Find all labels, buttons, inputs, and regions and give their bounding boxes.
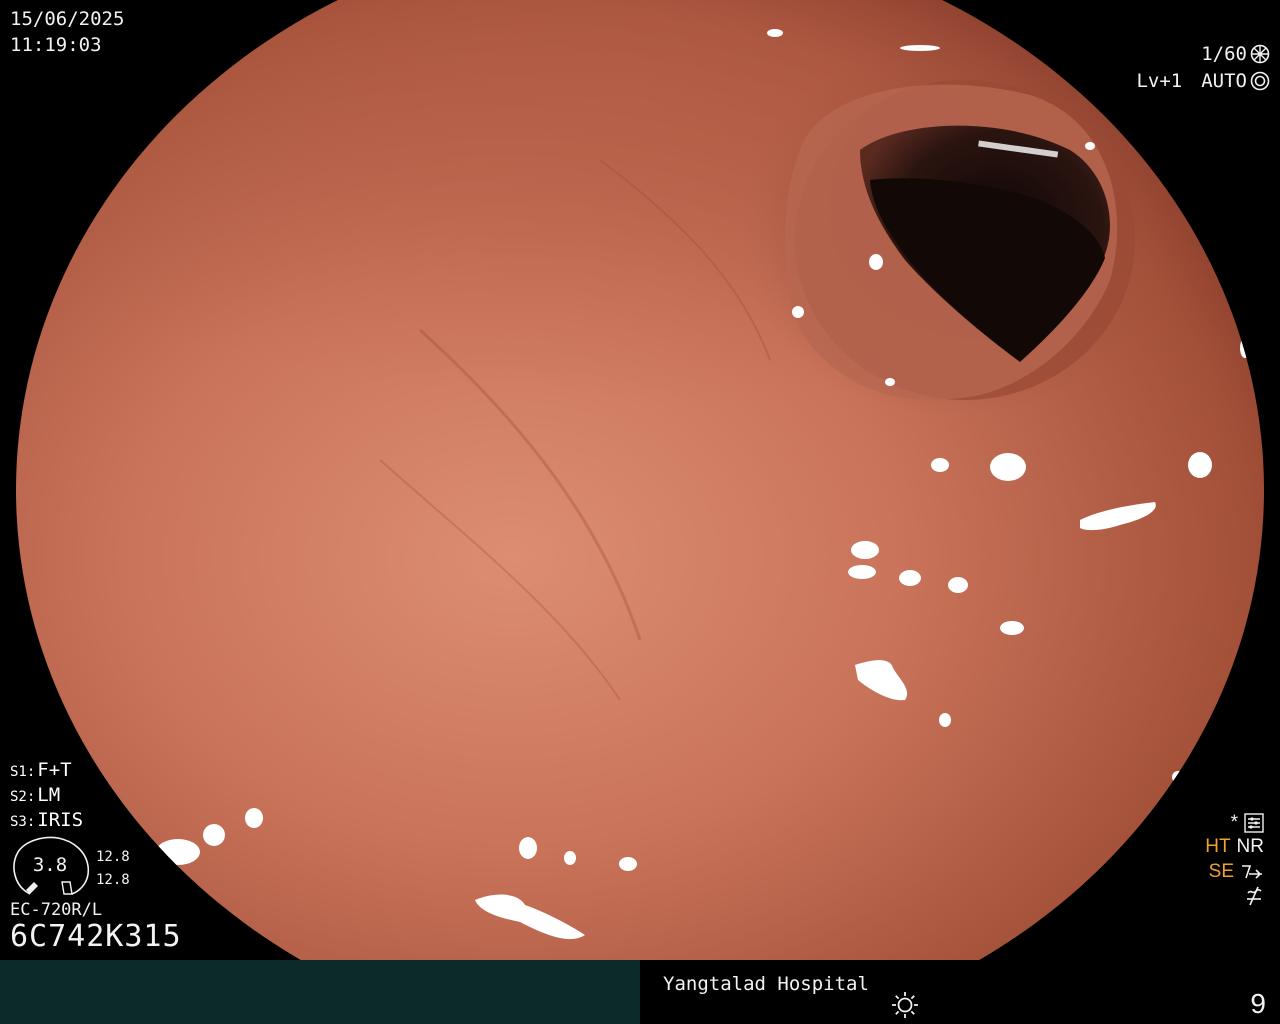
s3-key: S3:	[10, 814, 36, 830]
ht-indicator: HT	[1205, 836, 1231, 857]
iris-mode: AUTO	[1201, 70, 1247, 92]
flash-row	[1244, 885, 1264, 907]
status-bar-right-panel: Yangtalad Hospital 9	[640, 960, 1280, 1024]
shutter-speed: 1/60	[1201, 43, 1247, 65]
image-counter: 9	[1250, 988, 1266, 1019]
status-bar-left-panel	[0, 960, 640, 1024]
flash-off-icon	[1247, 886, 1262, 906]
s2-value: LM	[37, 784, 61, 806]
s3-setting: S3: IRIS	[10, 809, 83, 831]
iris-ring-icon	[1250, 71, 1270, 91]
exam-time: 11:19:03	[10, 34, 102, 56]
ht-nr-row: HT NR	[1205, 836, 1264, 858]
light-level: Lv+1	[1136, 70, 1183, 92]
star-marker: *	[1230, 812, 1238, 833]
exam-date: 15/06/2025	[10, 8, 125, 30]
nr-indicator: NR	[1236, 836, 1264, 857]
settings-panel-icon	[1244, 813, 1264, 833]
hospital-name: Yangtalad Hospital	[663, 973, 869, 995]
gauge-upper-value: 12.8	[96, 849, 130, 865]
s3-value: IRIS	[37, 809, 84, 831]
scope-serial: 6C742K315	[10, 919, 182, 954]
light-sun-icon	[892, 992, 918, 1018]
structure-enhance-icon	[1242, 865, 1262, 879]
s1-key: S1:	[10, 764, 36, 780]
endoscope-image	[16, 0, 1264, 960]
gauge-lower-value: 12.8	[96, 872, 130, 888]
shutter-wheel-icon	[1250, 44, 1270, 64]
s1-setting: S1: F+T	[10, 759, 72, 781]
s2-key: S2:	[10, 789, 36, 805]
s2-setting: S2: LM	[10, 784, 60, 806]
s1-value: F+T	[37, 759, 72, 781]
se-indicator: SE	[1208, 861, 1234, 882]
gauge-value: 3.8	[32, 854, 68, 876]
status-bar: Yangtalad Hospital 9	[0, 960, 1280, 1024]
endoscope-view	[0, 0, 1280, 960]
settings-row: *	[1231, 812, 1264, 834]
shutter-readout: 1/60	[1201, 43, 1270, 65]
se-row: SE	[1209, 861, 1264, 883]
scope-model: EC-720R/L	[10, 900, 103, 920]
light-readout: Lv+1 AUTO	[1136, 70, 1270, 92]
